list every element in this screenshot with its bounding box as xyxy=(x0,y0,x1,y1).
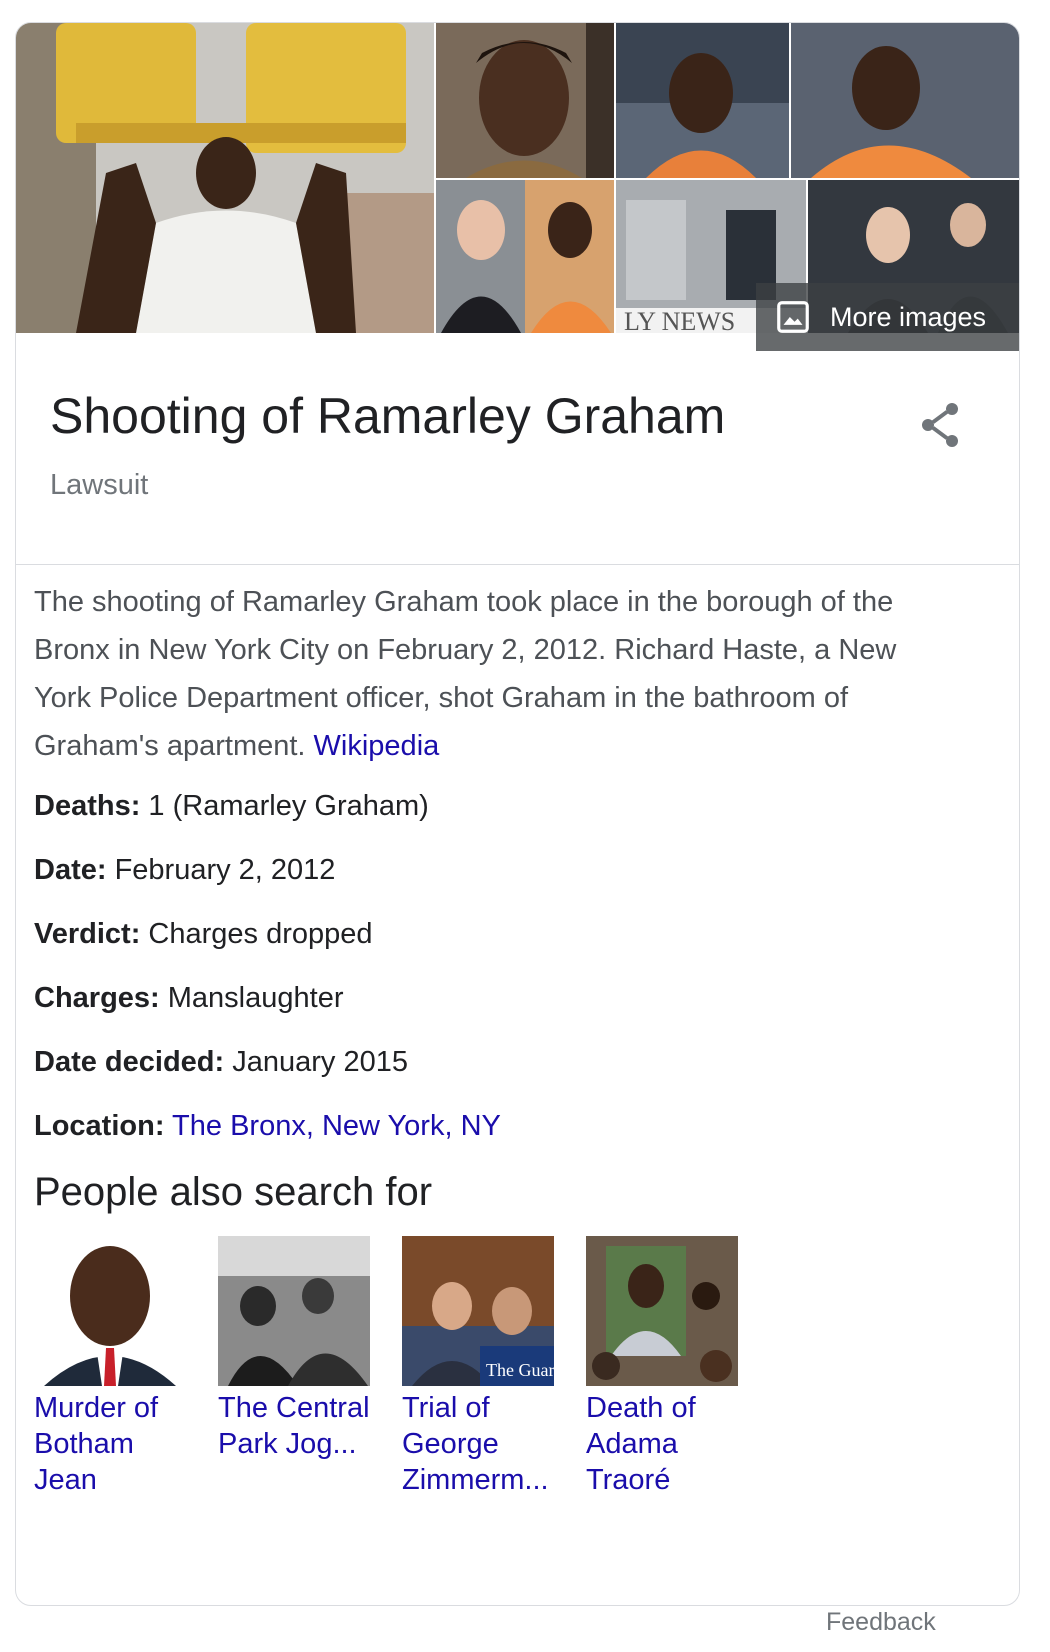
image-tile-4[interactable] xyxy=(791,23,1019,178)
fact-value: Charges dropped xyxy=(140,918,373,950)
fact-date: Date: February 2, 2012 xyxy=(34,850,954,914)
share-icon[interactable] xyxy=(916,399,964,451)
description-text: The shooting of Ramarley Graham took pla… xyxy=(34,586,897,762)
fact-date-decided: Date decided: January 2015 xyxy=(34,1042,954,1106)
pasf-thumbnail[interactable]: The Guardia xyxy=(402,1236,554,1386)
pasf-thumbnail[interactable] xyxy=(34,1236,186,1386)
pasf-label[interactable]: Trial of George Zimmerm... xyxy=(402,1390,562,1498)
pasf-item-adama-traore[interactable]: Death of Adama Traoré xyxy=(586,1236,746,1498)
page-title: Shooting of Ramarley Graham xyxy=(50,388,726,444)
newspaper-watermark: LY NEWS xyxy=(624,307,735,333)
fact-value: 1 (Ramarley Graham) xyxy=(140,790,429,822)
facts-list: Deaths: 1 (Ramarley Graham) Date: Februa… xyxy=(34,786,954,1170)
fact-deaths: Deaths: 1 (Ramarley Graham) xyxy=(34,786,954,850)
people-also-search-heading: People also search for xyxy=(34,1170,433,1214)
guardian-watermark: The Guardia xyxy=(486,1360,554,1380)
more-images-label: More images xyxy=(830,301,987,332)
fact-location: Location: The Bronx, New York, NY xyxy=(34,1106,954,1170)
entity-type: Lawsuit xyxy=(50,469,149,501)
pasf-label[interactable]: The Central Park Jog... xyxy=(218,1390,378,1462)
pasf-item-zimmerman[interactable]: The Guardia Trial of George Zimmerm... xyxy=(402,1236,562,1498)
fact-key: Verdict: xyxy=(34,918,141,950)
fact-value: January 2015 xyxy=(224,1046,408,1078)
fact-key: Charges: xyxy=(34,982,160,1014)
fact-charges: Charges: Manslaughter xyxy=(34,978,954,1042)
fact-key: Location: xyxy=(34,1110,165,1142)
fact-verdict: Verdict: Charges dropped xyxy=(34,914,954,978)
image-tile-3[interactable] xyxy=(616,23,789,178)
fact-value: Manslaughter xyxy=(159,982,344,1014)
fact-value xyxy=(165,1110,173,1142)
fact-key: Deaths: xyxy=(34,790,141,822)
description: The shooting of Ramarley Graham took pla… xyxy=(34,578,954,770)
image-icon xyxy=(777,301,809,333)
people-also-search-list: Murder of Botham Jean The Central Park J… xyxy=(34,1236,954,1536)
fact-key: Date: xyxy=(34,854,107,886)
main-image[interactable] xyxy=(16,23,434,333)
image-tile-2[interactable] xyxy=(436,23,614,178)
pasf-item-central-park[interactable]: The Central Park Jog... xyxy=(218,1236,378,1462)
fact-value: February 2, 2012 xyxy=(106,854,336,886)
feedback-link[interactable]: Feedback xyxy=(826,1608,936,1637)
pasf-thumbnail[interactable] xyxy=(586,1236,738,1386)
wikipedia-link[interactable]: Wikipedia xyxy=(314,730,440,762)
image-mosaic: LY NEWS More images xyxy=(16,23,1019,351)
fact-key: Date decided: xyxy=(34,1046,225,1078)
pasf-thumbnail[interactable] xyxy=(218,1236,370,1386)
pasf-label[interactable]: Death of Adama Traoré xyxy=(586,1390,746,1498)
more-images-button[interactable]: More images xyxy=(756,283,1019,351)
panel-header: Shooting of Ramarley Graham Lawsuit xyxy=(16,351,1019,565)
location-link[interactable]: The Bronx, New York, NY xyxy=(172,1110,501,1142)
pasf-item-botham-jean[interactable]: Murder of Botham Jean xyxy=(34,1236,194,1498)
image-tile-5[interactable] xyxy=(436,180,614,333)
pasf-label[interactable]: Murder of Botham Jean xyxy=(34,1390,194,1498)
